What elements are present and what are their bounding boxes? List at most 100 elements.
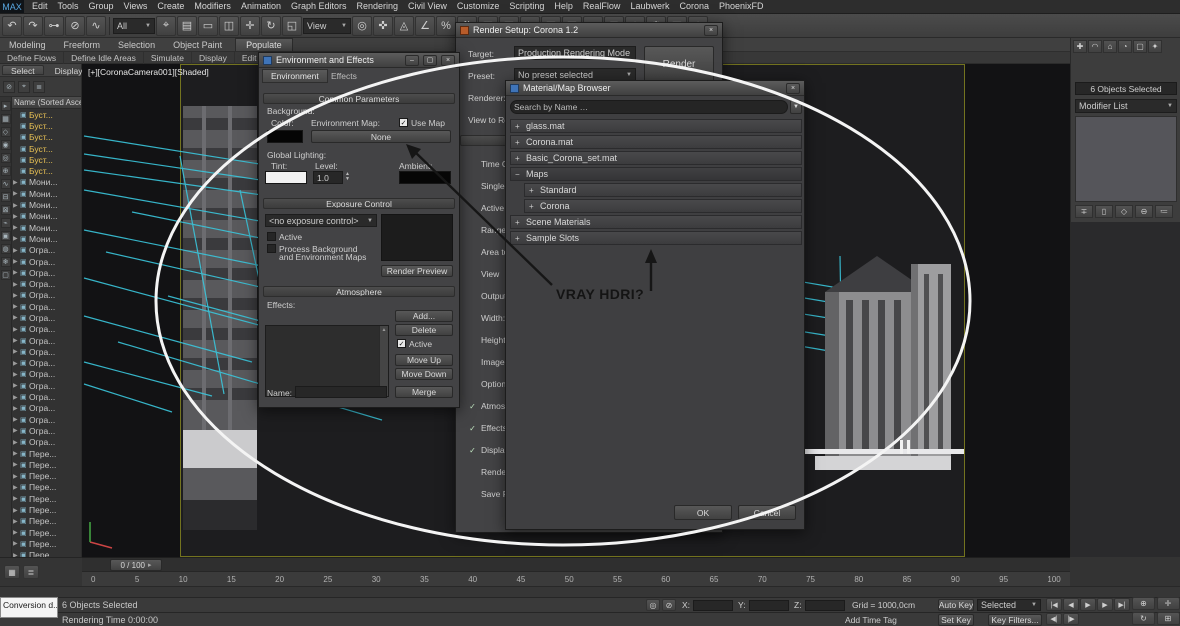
zoom-icon[interactable]: ⊕: [1132, 597, 1155, 610]
time-slider[interactable]: 0 / 100 ▸: [110, 559, 162, 571]
filter-tracks-icon[interactable]: ≣: [23, 565, 39, 579]
display-all-icon[interactable]: ▸: [1, 101, 11, 111]
scene-object-row[interactable]: ▣ Буст...: [12, 143, 81, 154]
expand-arrow-icon[interactable]: ▶: [13, 427, 20, 434]
expand-toggle-icon[interactable]: +: [515, 122, 522, 131]
scene-object-row[interactable]: ▶ ▣ Мони...: [12, 177, 81, 188]
scene-object-row[interactable]: ▶ ▣ Мони...: [12, 199, 81, 210]
expand-arrow-icon[interactable]: ▶: [13, 303, 20, 310]
scene-object-row[interactable]: ▶ ▣ Огра...: [12, 267, 81, 278]
cancel-button[interactable]: Cancel: [738, 505, 796, 520]
populate-tool[interactable]: Display: [192, 52, 235, 64]
remove-modifier-icon[interactable]: ⊖: [1135, 205, 1153, 218]
maximize-icon[interactable]: ▢: [423, 55, 437, 66]
ribbon-tab[interactable]: Freeform: [55, 40, 110, 50]
selection-set-dropdown[interactable]: Selected▼: [977, 599, 1041, 611]
expand-arrow-icon[interactable]: ▶: [13, 484, 20, 491]
explorer-settings-icon[interactable]: ≣: [33, 81, 45, 93]
auto-key-button[interactable]: Auto Key: [938, 599, 974, 611]
add-effect-button[interactable]: Add...: [395, 310, 453, 322]
use-pivot-center-icon[interactable]: ◎: [352, 16, 372, 36]
menu-item[interactable]: Help: [549, 0, 578, 13]
reference-coordinate-dropdown[interactable]: View▼: [303, 18, 351, 34]
tab-environment[interactable]: Environment: [262, 69, 328, 83]
display-frozen-icon[interactable]: ❄: [1, 257, 11, 267]
scene-object-row[interactable]: ▶ ▣ Пере...: [12, 538, 81, 549]
display-materials-icon[interactable]: ◍: [1, 244, 11, 254]
pan-icon[interactable]: ✛: [1157, 597, 1180, 610]
scene-object-row[interactable]: ▶ ▣ Огра...: [12, 391, 81, 402]
ribbon-tab[interactable]: Selection: [109, 40, 164, 50]
use-map-checkbox[interactable]: ✓: [399, 118, 408, 127]
select-and-manipulate-icon[interactable]: ✜: [373, 16, 393, 36]
expand-arrow-icon[interactable]: ▶: [13, 281, 20, 288]
menu-item[interactable]: Laubwerk: [625, 0, 674, 13]
move-down-button[interactable]: Move Down: [395, 368, 453, 380]
display-shapes-icon[interactable]: ◇: [1, 127, 11, 137]
redo-icon[interactable]: ↷: [23, 16, 43, 36]
expand-arrow-icon[interactable]: ▶: [13, 190, 20, 197]
window-crossing-icon[interactable]: ◫: [219, 16, 239, 36]
expand-arrow-icon[interactable]: ▶: [13, 461, 20, 468]
explorer-tab-select[interactable]: Select: [2, 65, 44, 75]
make-unique-icon[interactable]: ◇: [1115, 205, 1133, 218]
exposure-control-dropdown[interactable]: <no exposure control>▼: [265, 214, 377, 227]
expand-arrow-icon[interactable]: ▶: [13, 224, 20, 231]
select-by-name-icon[interactable]: ▤: [177, 16, 197, 36]
scene-object-row[interactable]: ▶ ▣ Мони...: [12, 233, 81, 244]
menu-item[interactable]: Modifiers: [189, 0, 236, 13]
expand-toggle-icon[interactable]: +: [515, 218, 522, 227]
next-frame-arrow-icon[interactable]: ▸: [148, 561, 152, 569]
x-coordinate-field[interactable]: [693, 600, 733, 611]
ok-button[interactable]: OK: [674, 505, 732, 520]
browser-row[interactable]: + Scene Materials: [510, 215, 802, 229]
modifier-stack[interactable]: [1075, 116, 1177, 202]
selection-lock-icon[interactable]: ⊘: [662, 599, 676, 611]
expand-arrow-icon[interactable]: ▶: [13, 382, 20, 389]
browser-row[interactable]: + Basic_Corona_set.mat: [510, 151, 802, 165]
menu-item[interactable]: Edit: [27, 0, 53, 13]
scene-object-row[interactable]: ▶ ▣ Мони...: [12, 222, 81, 233]
previous-frame-button[interactable]: ◀: [1063, 598, 1079, 611]
expand-arrow-icon[interactable]: ▶: [13, 473, 20, 480]
go-to-start-button[interactable]: |◀: [1046, 598, 1062, 611]
scene-object-row[interactable]: ▶ ▣ Огра...: [12, 380, 81, 391]
scene-object-row[interactable]: ▶ ▣ Огра...: [12, 335, 81, 346]
search-by-name-input[interactable]: Search by Name …: [510, 100, 788, 114]
configure-modifier-sets-icon[interactable]: ≔: [1155, 205, 1173, 218]
expand-arrow-icon[interactable]: ▶: [13, 360, 20, 367]
expand-arrow-icon[interactable]: ▶: [13, 235, 20, 242]
scroll-up-icon[interactable]: ▲: [382, 327, 387, 333]
maximize-viewport-icon[interactable]: ⊞: [1157, 612, 1180, 625]
max-logo-icon[interactable]: MAX: [0, 0, 24, 13]
bind-to-space-warp-icon[interactable]: ∿: [86, 16, 106, 36]
menu-item[interactable]: Civil View: [403, 0, 452, 13]
track-bar[interactable]: [0, 586, 1180, 597]
merge-button[interactable]: Merge: [395, 386, 453, 398]
y-coordinate-field[interactable]: [749, 600, 789, 611]
expand-arrow-icon[interactable]: ▶: [13, 247, 20, 254]
browser-row[interactable]: − Maps: [510, 167, 802, 181]
conversion-popup[interactable]: Conversion d...: [0, 597, 58, 618]
expand-arrow-icon[interactable]: ▶: [13, 540, 20, 547]
scene-object-row[interactable]: ▶ ▣ Огра...: [12, 414, 81, 425]
scene-object-row[interactable]: ▣ Буст...: [12, 132, 81, 143]
selection-filter-dropdown[interactable]: All▼: [113, 18, 155, 34]
scene-object-row[interactable]: ▶ ▣ Огра...: [12, 324, 81, 335]
scene-object-row[interactable]: ▶ ▣ Пере...: [12, 482, 81, 493]
expand-toggle-icon[interactable]: +: [515, 138, 522, 147]
expand-arrow-icon[interactable]: ▶: [13, 326, 20, 333]
environment-map-button[interactable]: None: [311, 130, 451, 143]
rollout-exposure-control[interactable]: Exposure Control: [263, 198, 455, 209]
menu-item[interactable]: Corona: [674, 0, 714, 13]
display-helpers-icon[interactable]: ⊕: [1, 166, 11, 176]
menu-item[interactable]: RealFlow: [578, 0, 626, 13]
expand-arrow-icon[interactable]: ▶: [13, 292, 20, 299]
expand-arrow-icon[interactable]: ▶: [13, 529, 20, 536]
rollout-common-parameters[interactable]: Common Parameters: [263, 93, 455, 104]
hierarchy-tab-icon[interactable]: ⌂: [1103, 40, 1117, 53]
scene-object-row[interactable]: ▶ ▣ Пере...: [12, 493, 81, 504]
expand-arrow-icon[interactable]: ▶: [13, 269, 20, 276]
effect-name-field[interactable]: [295, 386, 387, 398]
mini-curve-editor-icon[interactable]: ▦: [4, 565, 20, 579]
